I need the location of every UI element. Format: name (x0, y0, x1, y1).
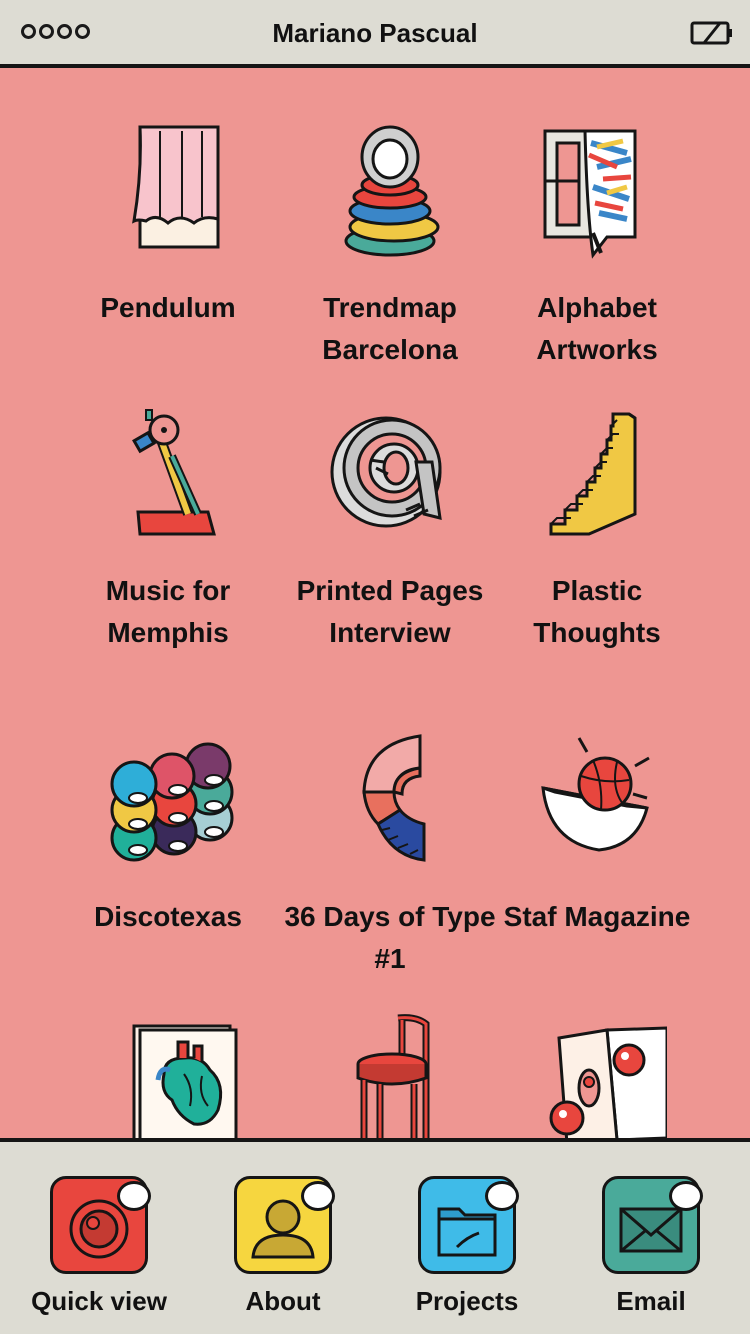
envelope-icon (602, 1176, 703, 1274)
curtain-icon (132, 125, 220, 249)
tab-label: Email (616, 1286, 686, 1316)
project-grid: Pendulum Trendmap Barcelona Alphabet Art… (0, 68, 750, 1138)
project-label: Music for Memphis (105, 575, 231, 648)
stacked-rings-icon (344, 125, 440, 257)
record-player-arm-icon (132, 409, 216, 536)
project-plastic-thoughts[interactable]: Plastic Thoughts (487, 406, 707, 654)
tab-about[interactable]: About (191, 1142, 375, 1334)
folder-icon (418, 1176, 519, 1274)
red-chair-icon (356, 1014, 430, 1138)
painted-frame-icon (543, 129, 637, 259)
tab-quick-view[interactable]: Quick view (7, 1142, 191, 1334)
notification-bubble (117, 1181, 151, 1211)
tab-label: About (245, 1286, 321, 1316)
project-label: Pendulum (100, 292, 236, 323)
tab-email[interactable]: Email (559, 1142, 743, 1334)
project-staf-magazine[interactable]: Staf Magazine (487, 732, 707, 938)
letter-c-icon (362, 734, 426, 862)
project-alphabet-artworks[interactable]: Alphabet Artworks (487, 123, 707, 371)
project-label: Plastic Thoughts (533, 575, 661, 648)
project-pendulum[interactable]: Pendulum (58, 123, 278, 329)
project-printed-pages-interview[interactable]: Printed Pages Interview (280, 406, 500, 654)
project-music-for-memphis[interactable]: Music for Memphis (58, 406, 278, 654)
bowl-ball-icon (541, 737, 650, 852)
colored-discs-icon (110, 742, 234, 862)
notification-bubble (669, 1181, 703, 1211)
app-title: Mariano Pascual (272, 18, 478, 48)
anatomical-heart-book-icon (132, 1024, 238, 1138)
person-icon (234, 1176, 335, 1274)
project-label: Alphabet Artworks (536, 292, 658, 365)
project-tile[interactable] (58, 1014, 278, 1138)
tab-label: Projects (415, 1286, 519, 1316)
project-label: Staf Magazine (503, 901, 691, 932)
project-label: Printed Pages Interview (296, 575, 484, 648)
at-sign-icon (330, 416, 442, 528)
project-label: 36 Days of Type #1 (284, 901, 496, 974)
project-label: Discotexas (94, 901, 242, 932)
notification-bubble (301, 1181, 335, 1211)
tab-projects[interactable]: Projects (375, 1142, 559, 1334)
notification-bubble (485, 1181, 519, 1211)
project-trendmap-barcelona[interactable]: Trendmap Barcelona (280, 123, 500, 371)
staircase-icon (549, 412, 637, 536)
project-tile[interactable] (280, 1014, 500, 1138)
camera-icon (50, 1176, 151, 1274)
project-discotexas[interactable]: Discotexas (58, 732, 278, 938)
folded-card-balls-icon (549, 1026, 667, 1138)
project-label: Trendmap Barcelona (322, 292, 458, 365)
status-bar: Mariano Pascual (0, 0, 750, 68)
project-tile[interactable] (487, 1014, 707, 1138)
tab-label: Quick view (31, 1286, 167, 1316)
battery-empty-icon (690, 21, 732, 45)
project-36-days-of-type[interactable]: 36 Days of Type #1 (280, 732, 500, 980)
tab-bar: Quick view About Projects Email (0, 1138, 750, 1334)
